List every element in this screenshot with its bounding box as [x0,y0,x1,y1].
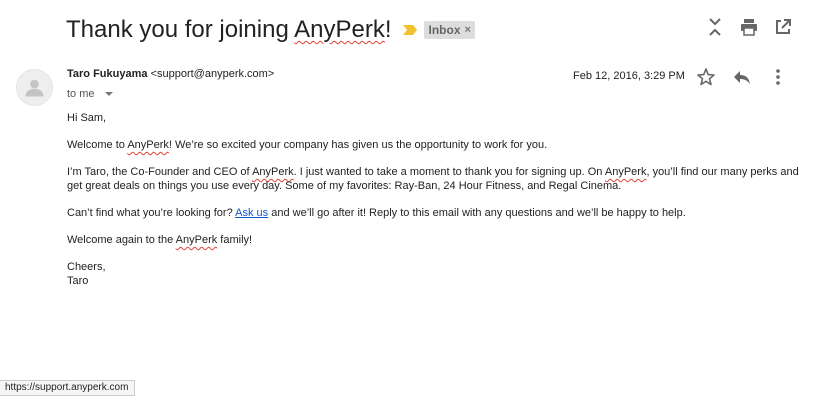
message-date: Feb 12, 2016, 3:29 PM [573,70,685,82]
ask-us-link[interactable]: Ask us [235,207,268,219]
recipient-details-toggle[interactable]: to me [67,88,113,100]
subject-row: Thank you for joining AnyPerk! Inbox × [66,14,475,46]
person-icon [25,79,44,97]
thread-toolbar [705,16,793,38]
sender-email: <support@anyperk.com> [150,68,275,80]
body-greeting: Hi Sam, [67,112,107,124]
message-body: Hi Sam, Welcome to AnyPerk! We’re so exc… [67,111,807,301]
remove-label-icon[interactable]: × [465,22,471,38]
recipient-label: to me [67,88,95,100]
body-paragraph-3: Can’t find what you’re looking for? Ask … [67,207,686,219]
email-view: Thank you for joining AnyPerk! Inbox × T… [0,0,827,404]
sender-line: Taro Fukuyama <support@anyperk.com> [67,68,274,80]
message-actions [696,66,788,88]
subject-brand: AnyPerk [294,16,385,43]
importance-marker-icon[interactable] [402,22,418,38]
link-status-bar: https://support.anyperk.com [0,380,136,396]
body-paragraph-4: Welcome again to the AnyPerk family! [67,234,253,246]
sender-avatar[interactable] [16,69,53,106]
body-paragraph-1: Welcome to AnyPerk! We’re so excited you… [67,139,548,151]
more-vert-icon[interactable] [768,66,788,88]
body-paragraph-2: I’m Taro, the Co-Founder and CEO of AnyP… [67,166,799,192]
reply-icon[interactable] [732,66,752,88]
collapse-all-icon[interactable] [705,16,725,38]
body-signoff: Cheers, Taro [67,261,106,287]
chevron-down-icon[interactable] [104,92,113,96]
sender-name[interactable]: Taro Fukuyama [67,68,148,80]
open-in-new-window-icon[interactable] [773,16,793,38]
inbox-label-text: Inbox [428,23,461,37]
email-subject: Thank you for joining AnyPerk! [66,16,392,43]
star-icon[interactable] [696,66,716,88]
print-icon[interactable] [739,16,759,38]
inbox-label-chip: Inbox × [423,21,475,39]
